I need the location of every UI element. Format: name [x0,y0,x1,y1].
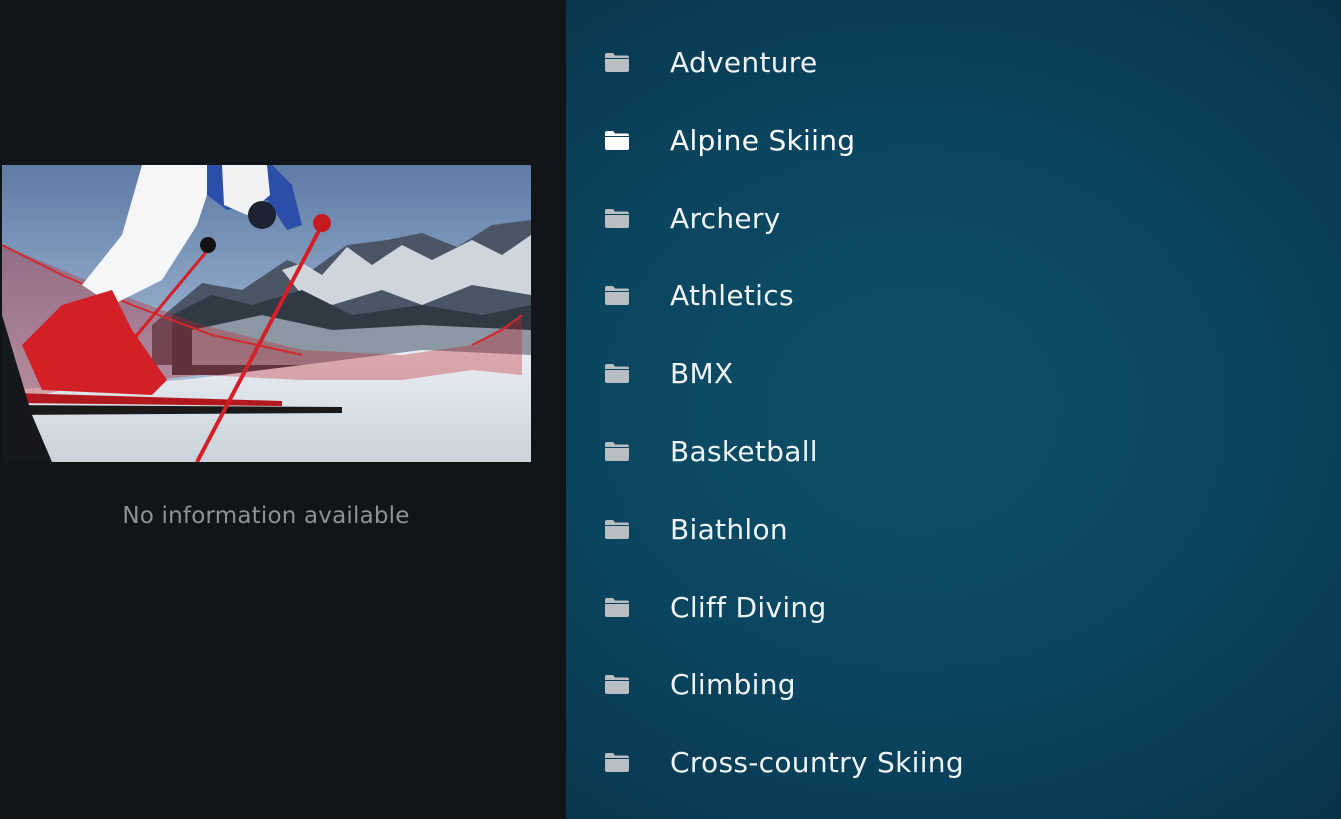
list-item-label: Cross-country Skiing [670,746,964,780]
folder-icon [604,441,630,462]
folder-icon [604,52,630,73]
list-item[interactable]: Cliff Diving [566,570,1341,648]
folder-icon [604,752,630,773]
list-item[interactable]: BMX [566,336,1341,414]
list-item-label: Athletics [670,279,794,313]
list-item-label: Basketball [670,434,818,468]
no-info-text: No information available [122,503,410,529]
category-list-panel: Adventure Alpine Skiing Archery Athletics BM… [566,0,1341,819]
list-item[interactable]: Cross-country Skiing [566,725,1341,803]
folder-icon [604,130,630,151]
list-item-label: Cliff Diving [670,590,827,624]
list-item[interactable]: Basketball [566,414,1341,492]
list-item-label: Biathlon [670,512,788,546]
list-item[interactable]: Biathlon [566,492,1341,570]
folder-icon [604,674,630,695]
list-item[interactable]: Adventure [566,25,1341,103]
list-item[interactable]: Athletics [566,258,1341,336]
folder-icon [604,597,630,618]
thumbnail-image [2,165,531,462]
list-item[interactable]: Archery [566,181,1341,259]
folder-icon [604,363,630,384]
list-item-label: Archery [670,201,781,235]
list-item-label: Alpine Skiing [670,123,856,157]
list-item-label: Adventure [670,46,818,79]
folder-icon [604,519,630,540]
category-list: Adventure Alpine Skiing Archery Athletics BM… [566,25,1341,803]
list-item-label: Climbing [670,668,796,702]
media-browser-screen: No information available Adventure Alpine… [0,0,1341,819]
list-item-label: BMX [670,357,734,391]
info-panel: No information available [0,0,566,819]
folder-icon [604,208,630,229]
list-item[interactable]: Alpine Skiing [566,103,1341,181]
folder-icon [604,285,630,306]
list-item[interactable]: Climbing [566,647,1341,725]
